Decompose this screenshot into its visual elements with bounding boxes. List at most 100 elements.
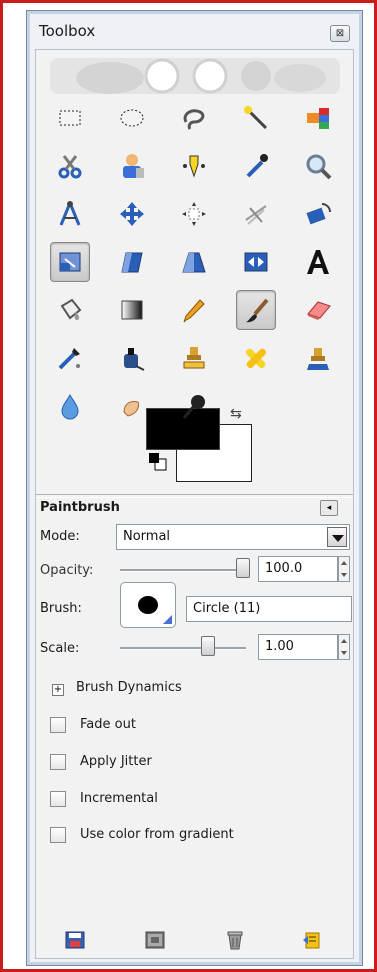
move-tool-button[interactable] — [112, 194, 152, 234]
brush-popup-corner-icon — [163, 615, 172, 624]
text-tool-icon — [307, 250, 329, 274]
ink-tool-button[interactable] — [112, 338, 152, 378]
shear-tool-button[interactable] — [112, 242, 152, 282]
dodge-burn-tool-button[interactable] — [174, 386, 214, 426]
tool-options-title: Paintbrush — [40, 500, 120, 515]
blend-tool-icon — [121, 300, 143, 320]
mode-value: Normal — [123, 529, 171, 544]
ink-tool-icon — [124, 348, 145, 371]
align-tool-icon — [182, 202, 206, 226]
save-options-icon[interactable] — [64, 930, 86, 950]
bucket-fill-tool-icon — [60, 298, 82, 320]
clone-tool-button[interactable] — [174, 338, 214, 378]
apply-jitter-label[interactable]: Apply Jitter — [80, 754, 152, 769]
foreground-select-tool-button[interactable] — [112, 146, 152, 186]
perspective-tool-icon — [182, 252, 206, 273]
opacity-label: Opacity: — [40, 563, 94, 578]
fade-out-checkbox[interactable] — [50, 717, 66, 733]
default-colors-icon[interactable] — [148, 452, 168, 472]
scale-input[interactable]: 1.00 — [258, 634, 338, 660]
zoom-tool-button[interactable] — [298, 146, 338, 186]
shear-tool-icon — [121, 252, 143, 273]
perspective-tool-button[interactable] — [174, 242, 214, 282]
pencil-tool-icon — [183, 299, 205, 323]
options-separator — [36, 494, 353, 498]
brush-name-field[interactable]: Circle (11) — [186, 596, 352, 622]
heal-tool-button[interactable] — [236, 338, 276, 378]
rect-select-tool-button[interactable] — [50, 98, 90, 138]
color-picker-tool-button[interactable] — [236, 146, 276, 186]
blur-sharpen-tool-icon — [61, 393, 79, 420]
toolbox-window: Toolbox ⊠ ⇆ Paintbrush ◂ Mode: Normal Op… — [26, 10, 363, 966]
free-select-tool-button[interactable] — [174, 98, 214, 138]
text-tool-button[interactable] — [298, 242, 338, 282]
eraser-tool-button[interactable] — [298, 290, 338, 330]
zoom-tool-icon — [306, 154, 332, 180]
brush-preview-icon — [138, 596, 158, 614]
airbrush-tool-icon — [58, 348, 80, 370]
scale-spinner[interactable] — [338, 634, 350, 660]
restore-options-icon[interactable] — [144, 930, 166, 950]
mode-dropdown[interactable]: Normal — [116, 524, 350, 550]
options-menu-button[interactable]: ◂ — [320, 500, 338, 516]
apply-jitter-checkbox[interactable] — [50, 754, 66, 770]
incremental-label[interactable]: Incremental — [80, 791, 158, 806]
blend-tool-button[interactable] — [112, 290, 152, 330]
smudge-tool-icon — [123, 401, 139, 417]
opacity-spinner[interactable] — [338, 556, 350, 582]
paintbrush-tool-button[interactable] — [236, 290, 276, 330]
crop-tool-button[interactable] — [236, 194, 276, 234]
use-color-from-gradient-checkbox[interactable] — [50, 827, 66, 843]
fuzzy-select-tool-button[interactable] — [236, 98, 276, 138]
scale-tool-icon — [59, 252, 81, 272]
bucket-fill-tool-button[interactable] — [50, 290, 90, 330]
smudge-tool-button[interactable] — [112, 386, 152, 426]
rect-select-tool-icon — [59, 110, 81, 126]
delete-options-icon[interactable] — [224, 930, 246, 950]
swap-colors-icon[interactable]: ⇆ — [230, 406, 242, 422]
opacity-input[interactable]: 100.0 — [258, 556, 338, 582]
fuzzy-select-tool-icon — [244, 106, 268, 130]
flip-tool-button[interactable] — [236, 242, 276, 282]
blur-sharpen-tool-button[interactable] — [50, 386, 90, 426]
paths-tool-button[interactable] — [174, 146, 214, 186]
close-button[interactable]: ⊠ — [330, 25, 350, 42]
align-tool-button[interactable] — [174, 194, 214, 234]
opacity-slider-handle[interactable] — [236, 558, 250, 578]
measure-tool-icon — [59, 201, 81, 226]
perspective-clone-tool-icon — [307, 348, 329, 370]
window-title: Toolbox — [39, 22, 96, 40]
eraser-tool-icon — [307, 301, 331, 320]
use-color-from-gradient-label[interactable]: Use color from gradient — [80, 827, 234, 842]
mode-label: Mode: — [40, 529, 80, 544]
measure-tool-button[interactable] — [50, 194, 90, 234]
opacity-slider-track[interactable] — [120, 569, 250, 572]
brush-selector-button[interactable] — [120, 582, 176, 628]
free-select-tool-icon — [183, 109, 205, 130]
paintbrush-tool-icon — [246, 298, 269, 323]
foreground-select-tool-icon — [123, 154, 144, 178]
airbrush-tool-button[interactable] — [50, 338, 90, 378]
brush-dynamics-expander[interactable]: + — [52, 684, 64, 696]
reset-options-icon[interactable] — [300, 930, 322, 950]
scale-tool-button[interactable] — [50, 242, 90, 282]
clone-tool-icon — [183, 347, 205, 369]
scissors-select-tool-button[interactable] — [50, 146, 90, 186]
brush-label: Brush: — [40, 601, 82, 616]
paths-tool-icon — [183, 155, 205, 178]
rotate-tool-button[interactable] — [298, 194, 338, 234]
ellipse-select-tool-button[interactable] — [112, 98, 152, 138]
ellipse-select-tool-icon — [120, 109, 144, 127]
perspective-clone-tool-button[interactable] — [298, 338, 338, 378]
chevron-down-icon[interactable] — [327, 527, 347, 547]
flip-tool-icon — [244, 252, 268, 272]
incremental-checkbox[interactable] — [50, 791, 66, 807]
title-bar[interactable]: Toolbox ⊠ — [27, 11, 362, 49]
pencil-tool-button[interactable] — [174, 290, 214, 330]
scale-slider-track[interactable] — [120, 647, 246, 650]
fade-out-label[interactable]: Fade out — [80, 717, 136, 732]
scale-label: Scale: — [40, 641, 80, 656]
brush-dynamics-label[interactable]: Brush Dynamics — [76, 680, 182, 695]
select-by-color-tool-button[interactable] — [298, 98, 338, 138]
scale-slider-handle[interactable] — [201, 636, 216, 656]
